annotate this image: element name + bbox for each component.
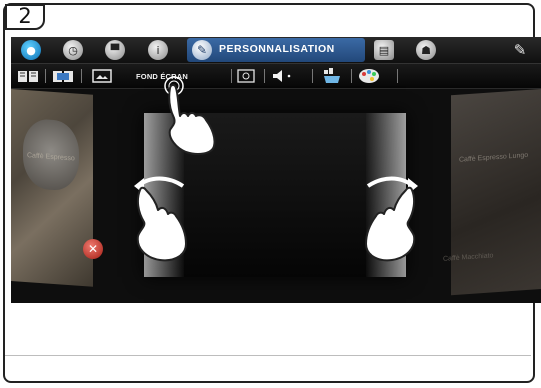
sub-menu-bar: FOND ÉCRAN — [11, 64, 541, 89]
clock-icon[interactable]: ◷ — [63, 40, 83, 60]
fond-ecran-label[interactable]: FOND ÉCRAN — [136, 72, 188, 81]
tab-personnalisation-label: PERSONNALISATION — [219, 43, 335, 55]
book-icon[interactable] — [17, 68, 39, 84]
wallpaper-label-right: Caffè Espresso Lungo — [459, 151, 529, 164]
info-icon[interactable]: i — [148, 40, 168, 60]
delete-icon[interactable]: ✕ — [83, 239, 103, 259]
palette-icon[interactable] — [358, 68, 380, 84]
caption-divider — [5, 355, 531, 356]
pencil-icon: ✎ — [192, 40, 212, 60]
cup-settings-icon[interactable] — [237, 68, 255, 84]
wallpaper-thumbnail-left[interactable]: Caffè Espresso — [11, 89, 93, 287]
step-number: 2 — [18, 4, 32, 28]
picture-icon[interactable] — [92, 68, 112, 84]
separator — [264, 69, 265, 83]
coffee-cup-icon[interactable] — [321, 68, 343, 84]
separator — [351, 69, 352, 83]
wallpaper-gallery[interactable]: Caffè Espresso ✕ Caffè Espresso Lungo Ca… — [11, 89, 541, 303]
water-drop-icon[interactable]: ● — [21, 40, 41, 60]
separator — [397, 69, 398, 83]
left-edge-highlight — [144, 113, 184, 277]
book-image-icon[interactable] — [52, 68, 74, 84]
top-menu-bar: ● ◷ ▀ i ✎ PERSONNALISATION ▤ ☗ ✎ — [11, 37, 541, 64]
separator — [81, 69, 82, 83]
separator — [312, 69, 313, 83]
user-icon[interactable]: ☗ — [416, 40, 436, 60]
speaker-icon[interactable] — [271, 68, 301, 84]
right-edge-highlight — [366, 113, 406, 277]
wallpaper-label-right-lower: Caffè Macchiato — [443, 252, 494, 263]
machine-screen: ● ◷ ▀ i ✎ PERSONNALISATION ▤ ☗ ✎ FOND ÉC… — [11, 37, 541, 303]
separator — [231, 69, 232, 83]
cup-icon[interactable]: ▀ — [105, 40, 125, 60]
wrench-icon[interactable]: ✎ — [507, 41, 533, 59]
display-icon[interactable]: ▤ — [374, 40, 394, 60]
step-badge: 2 — [5, 4, 45, 30]
separator — [45, 69, 46, 83]
wallpaper-thumbnail-right[interactable]: Caffè Espresso Lungo Caffè Macchiato — [443, 89, 541, 296]
